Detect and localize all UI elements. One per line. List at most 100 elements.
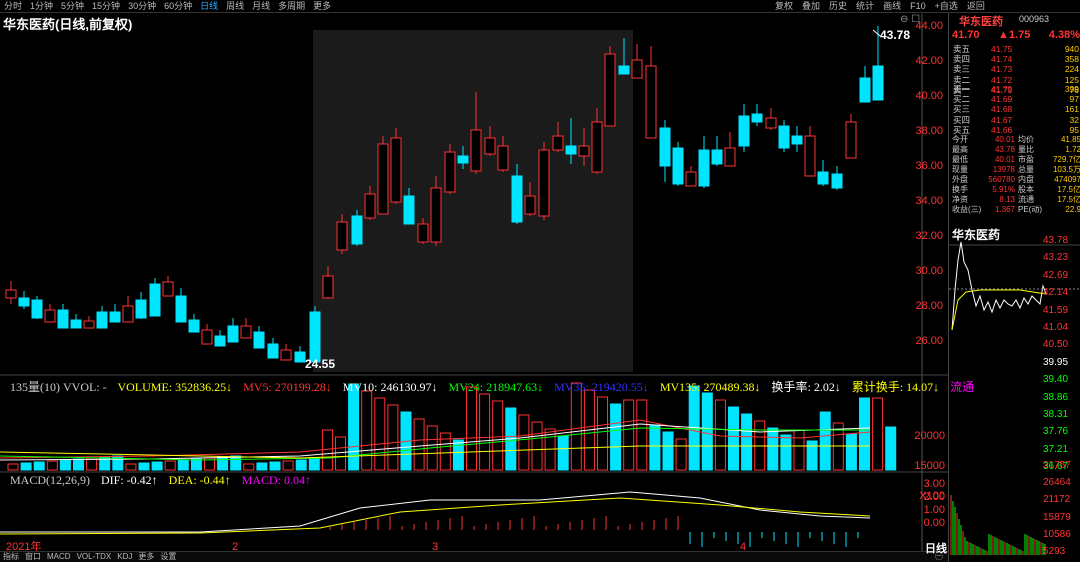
stats-cell: 现量	[952, 165, 968, 174]
candle-body	[511, 175, 523, 223]
order-book-row[interactable]: 买五 41.66 95	[949, 125, 1080, 135]
price-axis-label: 32.00	[915, 230, 943, 242]
candle-body	[457, 155, 469, 164]
candle-body	[336, 221, 348, 251]
stats-row: 换手 5.91% 股本 17.5亿	[949, 185, 1080, 195]
candle-body	[44, 309, 56, 323]
macd-axis-label: 0.00	[923, 517, 945, 529]
vol-mv35: MV35: 219420.55↓	[554, 380, 649, 394]
bottom-tab-4[interactable]: KDJ	[117, 552, 132, 562]
price-axis-label: 44.00	[915, 20, 943, 32]
vol-mv24: MV24: 218947.63↓	[448, 380, 544, 394]
candle-body	[859, 77, 871, 103]
candle-body	[122, 305, 134, 323]
stats-row: 最低 40.01 市盈 729.7亿	[949, 155, 1080, 165]
vol-mv135: MV135: 270489.38↓	[659, 380, 761, 394]
volume-bar	[361, 390, 373, 471]
candle-body	[578, 145, 590, 157]
bottom-tab-0[interactable]: 指标	[3, 552, 19, 562]
macd-name[interactable]: MACD(12,26,9)	[10, 473, 90, 487]
candle-body	[188, 319, 200, 333]
volume-bar	[387, 404, 399, 471]
mini-axis-label: 40.50	[1043, 339, 1069, 351]
volume-bar	[282, 460, 294, 471]
candle-body	[751, 113, 763, 123]
candle-body	[430, 187, 442, 243]
vol-cum-turnover: 累计换手: 14.07↓	[851, 380, 940, 394]
stats-cell: 总量	[1018, 165, 1034, 174]
macd-value: MACD: 0.04↑	[241, 473, 312, 487]
order-book-cell: 41.69	[991, 94, 1013, 105]
volume-bar	[872, 397, 884, 471]
order-book-row[interactable]: 卖五 41.75 940	[949, 44, 1080, 54]
mini-volume-axis-label: 21172	[1043, 494, 1071, 506]
volume-bar	[610, 403, 622, 471]
volume-indicator-header: 135量(10) VVOL: - VOLUME: 352836.25↓ MV5:…	[10, 378, 982, 395]
bottom-tab-1[interactable]: 窗口	[25, 552, 41, 562]
candle-body	[70, 319, 82, 329]
order-book-cell: 41.70	[991, 84, 1013, 94]
candle-body	[565, 145, 577, 155]
vol-mv5: MV5: 270199.28↓	[243, 380, 332, 394]
candle-body	[214, 335, 226, 347]
order-book-row[interactable]: 卖四 41.74 358	[949, 54, 1080, 64]
stats-cell: PE(动)	[1018, 205, 1042, 214]
candle-body	[403, 195, 415, 225]
stats-cell: 13978	[992, 165, 1015, 174]
mini-volume-axis-label: 10586	[1043, 528, 1071, 540]
price-change-pct: 4.38%	[1048, 29, 1080, 41]
volume-bar	[217, 456, 229, 471]
stats-row: 收益(三) 1.367 PE(动) 22.9	[949, 205, 1080, 215]
candle-body	[538, 149, 550, 217]
last-price: 41.70	[952, 29, 980, 41]
candle-body	[109, 311, 121, 323]
bottom-tab-3[interactable]: VOL-TDX	[77, 552, 112, 562]
volume-bar	[190, 458, 202, 471]
candle-body	[604, 53, 616, 127]
order-book-row[interactable]: 买四 41.67 32	[949, 115, 1080, 125]
stats-cell: 量比	[1018, 145, 1034, 154]
stats-cell: 最高	[952, 145, 968, 154]
candle-body	[804, 135, 816, 177]
volume-bar	[492, 400, 504, 471]
order-book-row[interactable]: 买一 41.70 399	[949, 84, 1080, 94]
price-axis-label: 30.00	[915, 265, 943, 277]
volume-bar	[308, 458, 320, 471]
quote-header: 华东医药 000963	[949, 13, 1080, 28]
volume-bar	[845, 433, 857, 471]
volume-bar	[348, 383, 360, 471]
order-book-row[interactable]: 卖三 41.73 224	[949, 64, 1080, 74]
volume-bar	[662, 431, 674, 471]
order-book-cell: 41.73	[991, 64, 1013, 75]
order-book-row[interactable]: 买二 41.69 97	[949, 94, 1080, 104]
bottom-tab-2[interactable]: MACD	[47, 552, 71, 562]
mini-axis-label: 42.69	[1043, 269, 1069, 281]
volume-bar	[557, 435, 569, 471]
price-axis-label: 40.00	[915, 90, 943, 102]
stats-cell: 内盘	[1018, 175, 1034, 184]
order-book-row[interactable]: 买三 41.68 161	[949, 104, 1080, 114]
volume-bar	[597, 396, 608, 471]
candle-body	[57, 309, 69, 329]
stats-cell: 729.7亿	[1052, 155, 1080, 164]
stats-cell: 外盘	[952, 175, 968, 184]
volume-bar	[269, 461, 281, 471]
volume-bar	[164, 460, 176, 471]
candle-body	[83, 320, 95, 329]
order-book-cell: 买一	[953, 84, 971, 94]
bottom-tab-6[interactable]: 设置	[160, 552, 176, 562]
candle-body	[309, 311, 321, 363]
order-book-cell: 卖四	[953, 54, 971, 65]
macd-dif: DIF: -0.42↑	[101, 473, 158, 487]
candle-body	[227, 325, 239, 343]
order-book-cell: 95	[1069, 124, 1079, 135]
candle-body	[351, 215, 363, 245]
order-book-cell: 买三	[953, 104, 971, 115]
vol-name[interactable]: 135量(10) VVOL: -	[10, 380, 107, 394]
mini-axis-label: 43.23	[1043, 252, 1069, 264]
mini-axis-label: 43.78	[1043, 235, 1069, 246]
bottom-tab-5[interactable]: 更多	[138, 552, 154, 562]
order-book-cell: 399	[1064, 84, 1079, 94]
candle-body	[831, 173, 843, 189]
mini-axis-label: 38.31	[1043, 409, 1069, 420]
